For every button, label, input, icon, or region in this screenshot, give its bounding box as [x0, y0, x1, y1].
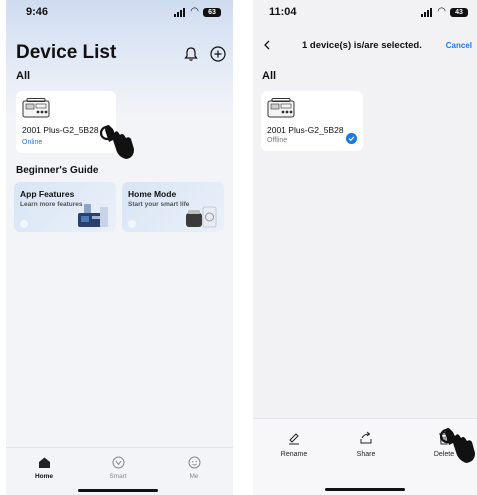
tab-label: Me [189, 473, 199, 480]
home-indicator [78, 489, 158, 492]
guide-card-app-features[interactable]: App Features Learn more features [14, 182, 116, 232]
guide-title: Home Mode [128, 189, 177, 199]
tab-label: Smart [109, 473, 127, 480]
add-device-icon[interactable] [210, 46, 226, 62]
signal-icon [421, 7, 433, 17]
section-all-label: All [262, 70, 277, 82]
action-label: Share [356, 451, 376, 458]
me-icon [188, 456, 200, 469]
guide-subtitle: Learn more features [20, 201, 83, 208]
home-indicator [325, 488, 405, 491]
status-time: 11:04 [269, 6, 297, 18]
page-title: Device List [16, 42, 117, 63]
selection-count-title: 1 device(s) is/are selected. [302, 40, 422, 51]
section-all-label: All [16, 70, 31, 82]
bell-icon[interactable] [184, 46, 198, 62]
tab-label: Home [34, 473, 54, 480]
home-icon [38, 457, 50, 468]
status-icons: ◠ 43 [421, 7, 468, 17]
guide-title: App Features [20, 189, 75, 199]
checkmark-icon[interactable] [346, 133, 357, 144]
device-status: Online [22, 139, 43, 146]
status-bar: 11:04 ◠ 43 [253, 0, 477, 28]
rename-button[interactable]: Rename [269, 431, 319, 458]
device-name: 2001 Plus-G2_5B28 [22, 125, 99, 135]
share-button[interactable]: Share [341, 431, 391, 458]
guide-dot [128, 220, 136, 228]
pointing-hand-icon [99, 125, 134, 159]
smart-icon [112, 456, 124, 469]
battery-icon: 63 [203, 7, 221, 17]
appliances-illustration-icon [186, 206, 217, 228]
pointing-hand-icon [439, 428, 475, 463]
device-status: Offline [267, 137, 288, 144]
status-bar: 9:46 ◠ 63 [6, 0, 233, 28]
tab-me[interactable]: Me [174, 456, 214, 480]
device-card-selected[interactable]: 2001 Plus-G2_5B28 Offline [261, 91, 363, 151]
back-chevron-icon[interactable] [263, 40, 271, 50]
rename-pen-icon [289, 433, 299, 445]
share-arrow-icon [360, 431, 372, 444]
wifi-icon: ◠ [190, 6, 199, 17]
status-time: 9:46 [26, 6, 49, 18]
guide-subtitle: Start your smart life [128, 201, 190, 208]
tab-home[interactable]: Home [24, 456, 64, 480]
device-name: 2001 Plus-G2_5B28 [267, 125, 344, 135]
tab-smart[interactable]: Smart [98, 456, 138, 480]
guide-dot [20, 220, 28, 228]
status-icons: ◠ 63 [174, 7, 221, 17]
beginners-guide-title: Beginner's Guide [16, 165, 99, 176]
battery-icon: 43 [450, 7, 468, 17]
selection-header: 1 device(s) is/are selected. Cancel [253, 34, 477, 58]
power-station-illustration-icon [78, 204, 108, 227]
power-station-icon [22, 98, 50, 118]
power-station-icon [267, 98, 295, 118]
bottom-tab-bar: Home Smart Me [6, 447, 233, 495]
wifi-icon: ◠ [437, 6, 446, 17]
device-list-screen: 9:46 ◠ 63 Device List All 2001 Plus-G2_5… [6, 0, 233, 495]
device-selection-screen: 11:04 ◠ 43 1 device(s) is/are selected. … [253, 0, 477, 495]
action-label: Rename [280, 451, 308, 458]
signal-icon [174, 7, 186, 17]
guide-card-home-mode[interactable]: Home Mode Start your smart life [122, 182, 224, 232]
cancel-button[interactable]: Cancel [446, 41, 472, 50]
